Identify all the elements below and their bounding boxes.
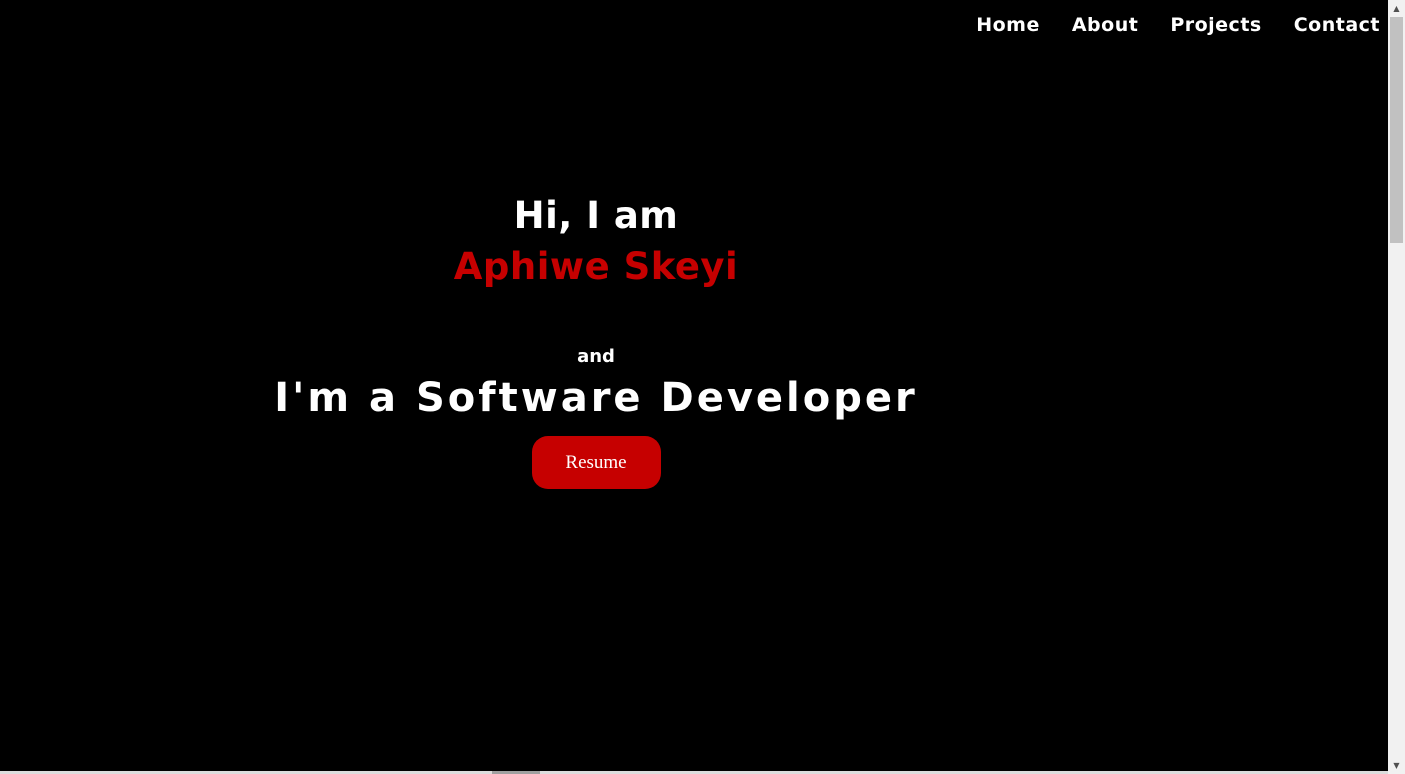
- hero-name: Aphiwe Skeyi: [453, 245, 739, 288]
- nav-projects-link[interactable]: Projects: [1170, 10, 1261, 40]
- hero-role: I'm a Software Developer: [274, 375, 918, 421]
- scroll-up-arrow-icon[interactable]: ▲: [1388, 0, 1405, 17]
- hero-section: Hi, I am Aphiwe Skeyi and I'm a Software…: [196, 190, 996, 489]
- nav-about-link[interactable]: About: [1072, 10, 1138, 40]
- resume-button[interactable]: Resume: [531, 436, 661, 489]
- vertical-scroll-thumb[interactable]: [1390, 17, 1403, 243]
- hero-and-text: and: [577, 346, 615, 367]
- main-nav: Home About Projects Contact: [976, 10, 1380, 40]
- nav-contact-link[interactable]: Contact: [1294, 10, 1380, 40]
- page-viewport: Home About Projects Contact Hi, I am Aph…: [0, 0, 1388, 774]
- scroll-down-arrow-icon[interactable]: ▼: [1388, 757, 1405, 774]
- vertical-scrollbar[interactable]: ▲ ▼: [1388, 0, 1405, 774]
- nav-home-link[interactable]: Home: [976, 10, 1040, 40]
- hero-greeting: Hi, I am: [513, 194, 679, 237]
